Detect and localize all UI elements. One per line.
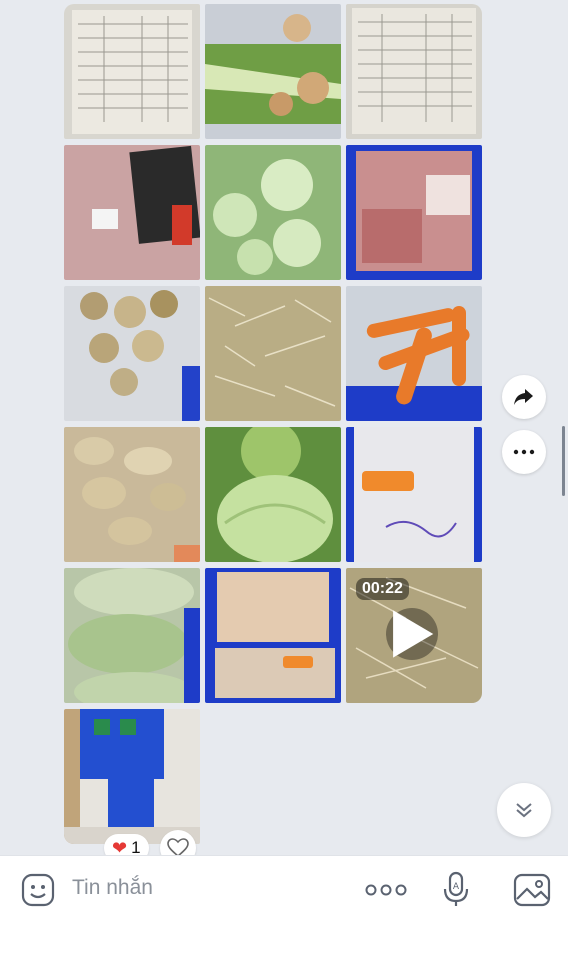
sticker-button[interactable]: [20, 872, 56, 908]
photo-pork-crate[interactable]: [346, 145, 482, 280]
sticker-smile-icon: [21, 873, 55, 907]
photo-cabbage[interactable]: [205, 427, 341, 562]
more-options-icon: [513, 449, 535, 455]
microphone-icon: A: [443, 871, 469, 906]
more-actions-button[interactable]: [364, 876, 408, 904]
play-icon[interactable]: [386, 608, 438, 660]
photo-carrots[interactable]: [346, 286, 482, 421]
chat-area: 00:22 ❤ 1: [0, 0, 568, 855]
image-button[interactable]: [512, 872, 552, 908]
photo-cabbage-bags[interactable]: [64, 568, 200, 703]
video-duration-badge: 00:22: [356, 578, 409, 600]
message-input[interactable]: Tin nhắn: [72, 876, 153, 900]
video-bean-sprouts[interactable]: 00:22: [346, 568, 482, 703]
photo-pork-package[interactable]: [64, 145, 200, 280]
photo-document-2[interactable]: [346, 4, 482, 139]
ellipsis-icon: [365, 884, 407, 896]
reaction-badge[interactable]: ❤ 1: [104, 834, 149, 855]
message-composer: Tin nhắn A: [0, 855, 568, 953]
photo-kohlrabi[interactable]: [205, 145, 341, 280]
photo-bean-sprouts[interactable]: [205, 286, 341, 421]
photo-mushrooms[interactable]: [64, 286, 200, 421]
voice-button[interactable]: A: [440, 870, 472, 908]
share-button[interactable]: [502, 375, 546, 419]
share-forward-icon: [514, 389, 533, 405]
svg-text:A: A: [453, 882, 460, 892]
chevron-down-double-icon: [516, 803, 532, 818]
more-options-button[interactable]: [502, 430, 546, 474]
photo-document-1[interactable]: [64, 4, 200, 139]
photo-crates-storeroom[interactable]: [64, 709, 200, 844]
reaction-count: 1: [131, 838, 141, 855]
heart-outline-icon: [167, 838, 189, 855]
photo-herbs-ginger[interactable]: [205, 4, 341, 139]
scroll-to-bottom-button[interactable]: [497, 783, 551, 837]
heart-emoji: ❤: [112, 837, 128, 856]
photo-chicken-crate[interactable]: [205, 568, 341, 703]
photo-labeled-package[interactable]: [346, 427, 482, 562]
scrollbar-thumb[interactable]: [562, 426, 565, 496]
image-icon: [513, 873, 551, 907]
photo-potatoes[interactable]: [64, 427, 200, 562]
